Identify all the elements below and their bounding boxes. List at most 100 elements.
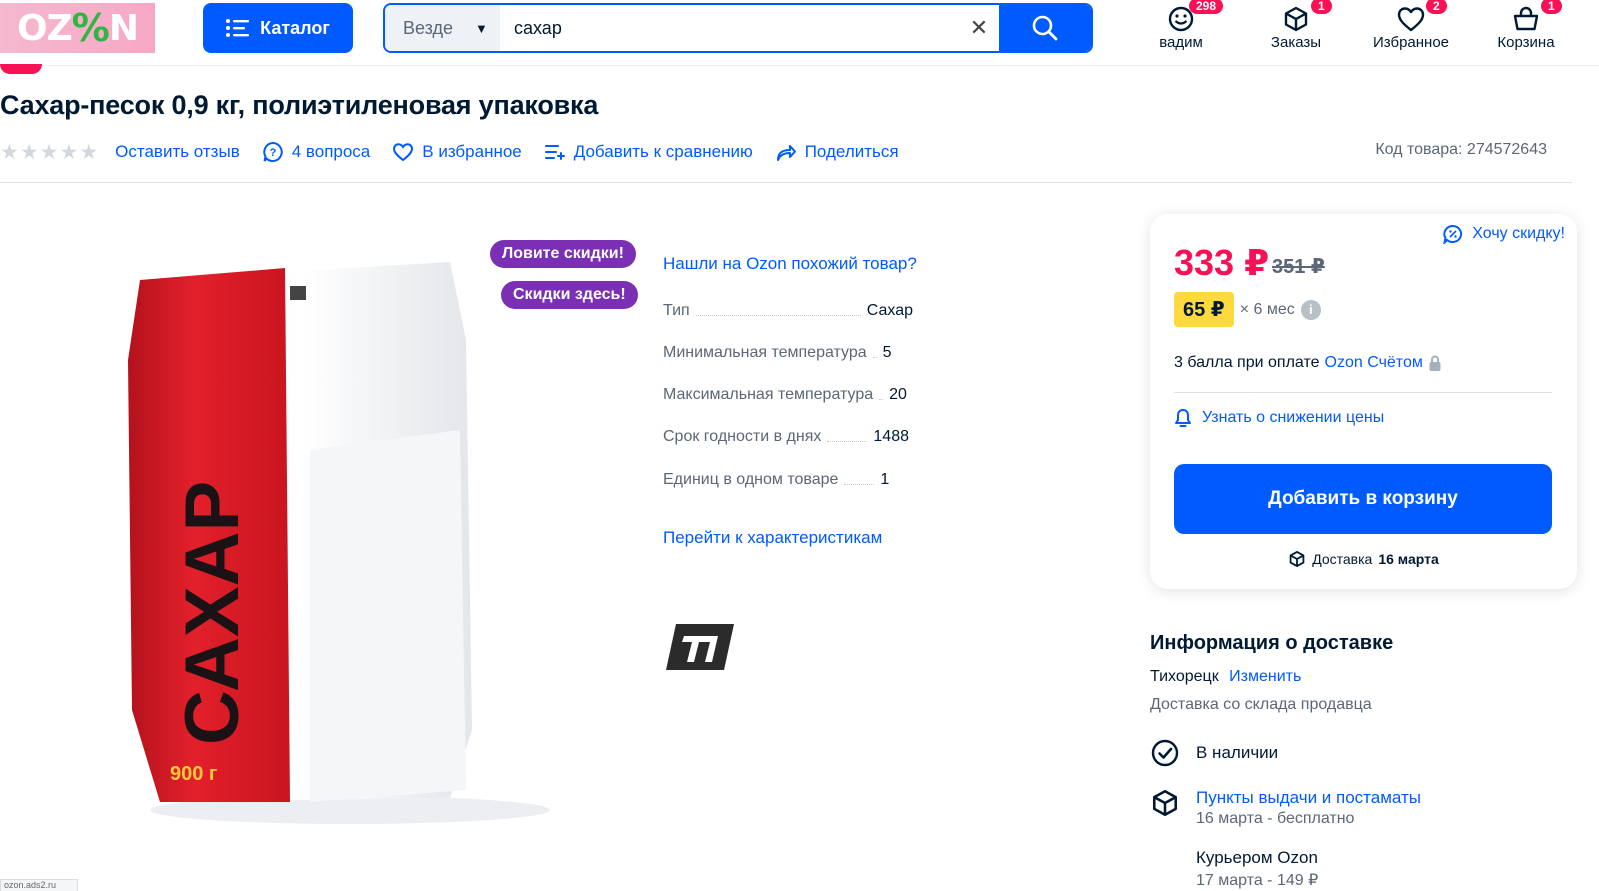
city-name: Тихорецк [1150,668,1219,685]
search-scope-value: Везде [403,17,453,38]
add-favorite-link[interactable]: В избранное [392,142,522,162]
spec-value: 20 [889,386,907,403]
spec-dots [879,399,884,400]
go-to-specs-link[interactable]: Перейти к характеристикам [663,528,882,548]
installment-amount: 65 ₽ [1174,292,1234,327]
spec-row: Максимальная температура 20 [663,386,993,404]
delivery-city: Тихорецк Изменить [1150,668,1301,686]
profile-badge: 298 [1189,0,1224,14]
bonus-points: 3 балла при оплате Ozon Счётом [1174,354,1442,372]
ozon-account-link[interactable]: Ozon Счётом [1325,354,1423,372]
spec-name: Минимальная температура [663,344,867,361]
delivery-info-title: Информация о доставке [1150,632,1394,654]
spec-name: Максимальная температура [663,386,874,403]
spec-row: Срок годности в днях 1488 [663,428,993,446]
delivery-date-note: Доставка 16 марта [1150,550,1577,568]
product-sku: Код товара: 274572643 [1375,141,1547,158]
cart-label: Корзина [1497,34,1555,51]
search-button[interactable] [999,5,1091,51]
info-icon[interactable]: i [1300,299,1321,320]
profile-label: вадим [1159,34,1203,51]
logo-text-left: OZ [17,7,73,49]
compare-link[interactable]: Добавить к сравнению [544,142,753,162]
package-hole [290,286,306,300]
catalog-button[interactable]: Каталог [203,3,353,53]
leave-review-label: Оставить отзыв [115,142,240,161]
want-discount-link[interactable]: Хочу скидку! [1442,224,1565,244]
leave-review-link[interactable]: Оставить отзыв [115,142,240,162]
parcel-box-icon [1153,789,1177,817]
heart-outline-icon [393,143,414,162]
cart-badge: 1 [1541,0,1562,14]
question-bubble-icon: ? [263,141,283,162]
orders-label: Заказы [1270,34,1322,51]
spec-name: Единиц в одном товаре [663,471,839,488]
star-icon: ★ [39,140,59,164]
courier-option: Курьером Ozon 17 марта - 149 ₽ [1196,848,1318,890]
clear-search-icon[interactable]: ✕ [959,5,999,51]
want-discount-label: Хочу скидку! [1472,225,1565,242]
box-small-icon [1289,551,1305,567]
share-arrow-icon [776,145,796,161]
search-icon [1032,15,1058,41]
promo-badge-discounts[interactable]: Скидки здесь! [501,281,638,309]
pickup-points-link[interactable]: Пункты выдачи и постаматы [1196,788,1421,808]
ozon-logo[interactable]: OZ% N [0,3,155,53]
compare-label: Добавить к сравнению [573,142,753,161]
box-icon [1284,6,1308,32]
spec-row: Единиц в одном товаре 1 [663,471,993,489]
delivery-date: 16 марта [1378,551,1439,567]
spec-value: 5 [882,344,892,361]
promo-badge-catch[interactable]: Ловите скидки! [490,240,636,268]
pickup-date: 16 марта - бесплатно [1196,810,1355,827]
similar-product-link[interactable]: Нашли на Ozon похожий товар? [663,254,917,274]
add-to-cart-button[interactable]: Добавить в корзину [1174,464,1552,534]
svg-text:?: ? [269,147,276,159]
spec-value: 1488 [873,428,909,445]
courier-date: 17 марта - 149 ₽ [1196,872,1319,889]
courier-title: Курьером Ozon [1196,848,1318,867]
lock-icon [1429,355,1441,371]
change-city-link[interactable]: Изменить [1229,668,1301,685]
price-card: Хочу скидку! 333 ₽ 351 ₽ 65 ₽ × 6 мес i … [1150,214,1577,589]
header-profile[interactable]: 298 вадим [1131,0,1231,51]
installment-offer[interactable]: 65 ₽ × 6 мес i [1174,292,1321,327]
product-image[interactable]: 900 г САХАР [120,250,560,830]
spec-dots [872,357,877,358]
from-seller-stock: Доставка со склада продавца [1150,696,1372,713]
rating-stars[interactable]: ★ ★ ★ ★ ★ [0,140,99,165]
star-icon: ★ [59,140,79,164]
bell-icon [1175,409,1191,427]
questions-label: 4 вопроса [291,142,371,161]
logo-text-right: N [108,7,139,49]
favorites-badge: 2 [1426,0,1447,14]
search-bar: Везде ▼ ✕ [383,3,1093,53]
brand-logo[interactable] [666,622,734,672]
top-header: OZ%N Каталог Везде ▼ ✕ 298 вадим 1 Заказ… [0,0,1599,66]
sugar-package-illustration: 900 г САХАР [128,262,550,824]
card-divider [1174,392,1552,393]
search-scope-select[interactable]: Везде ▼ [385,5,500,51]
old-price: 351 ₽ [1272,256,1325,278]
search-input[interactable] [500,5,959,51]
spec-row: Минимальная температура 5 [663,344,993,362]
header-favorites[interactable]: 2 Избранное [1361,0,1461,51]
in-stock-label: В наличии [1196,743,1279,762]
star-icon: ★ [79,140,99,164]
header-cart[interactable]: 1 Корзина [1476,0,1576,51]
product-actions: ★ ★ ★ ★ ★ Оставить отзыв ? 4 вопроса В избра… [0,139,899,165]
product-title: Сахар-песок 0,9 кг, полиэтиленовая упако… [0,90,599,120]
spec-value: 1 [880,471,890,488]
spec-name: Срок годности в днях [663,428,822,445]
price-drop-alert-link[interactable]: Узнать о снижении цены [1174,408,1384,428]
share-label: Поделиться [804,142,899,161]
questions-link[interactable]: ? 4 вопроса [262,141,371,163]
cart-icon [1513,6,1539,31]
heart-icon [1397,7,1425,32]
header-divider [0,182,1572,183]
share-link[interactable]: Поделиться [775,142,899,162]
in-stock-status: В наличии [1150,738,1278,768]
header-orders[interactable]: 1 Заказы [1246,0,1346,51]
price-alert-label: Узнать о снижении цены [1202,409,1385,426]
delivery-prefix: Доставка [1312,551,1373,567]
